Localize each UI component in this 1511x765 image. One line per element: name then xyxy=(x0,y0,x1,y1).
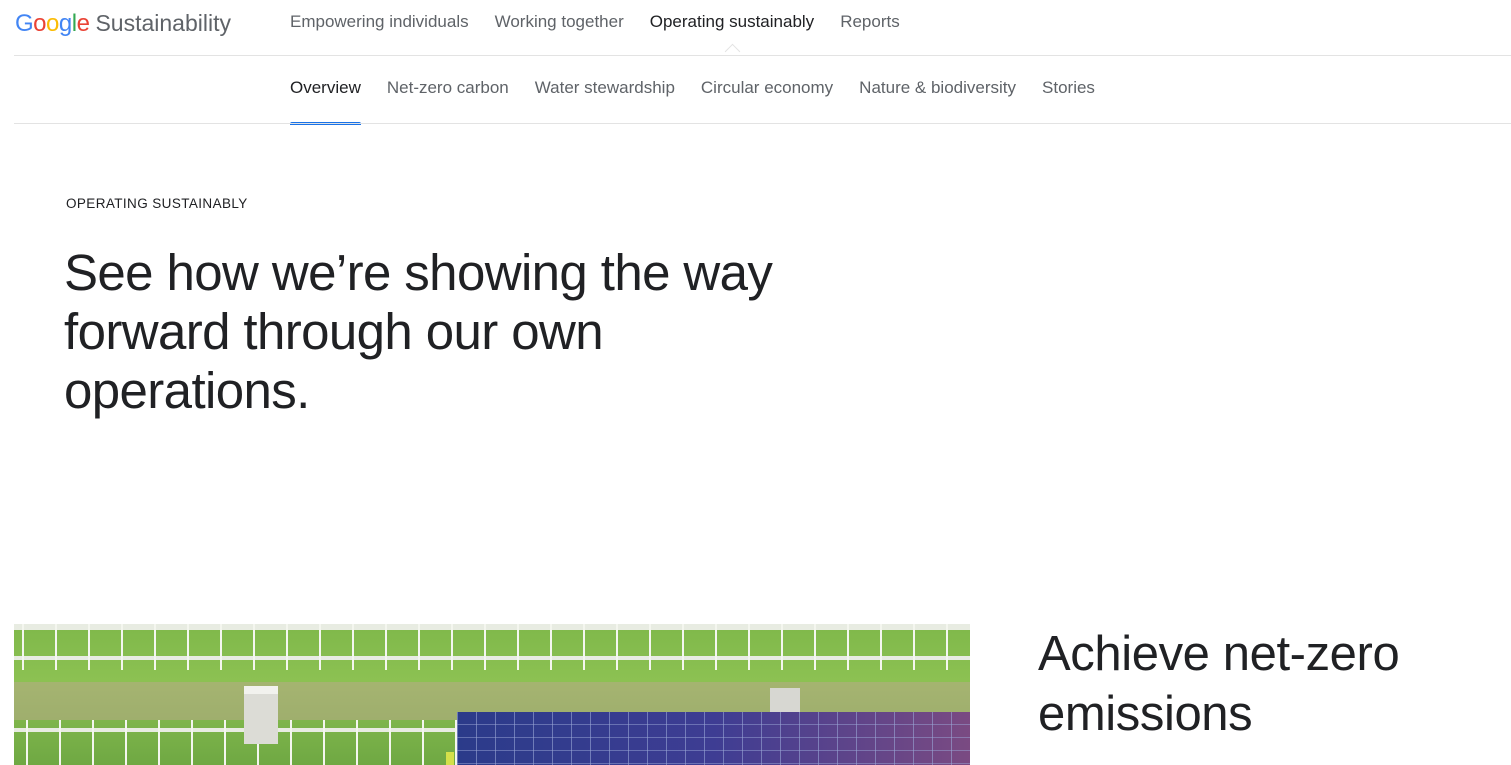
logo-letter: o xyxy=(33,10,47,37)
solar-panel-image-icon xyxy=(14,624,970,765)
subnav-tab-water-stewardship[interactable]: Water stewardship xyxy=(535,56,675,124)
google-logo-icon: Google xyxy=(15,9,90,39)
logo-letter: e xyxy=(76,10,90,37)
subnav-tab-stories[interactable]: Stories xyxy=(1042,56,1095,124)
section-eyebrow: OPERATING SUSTAINABLY xyxy=(66,196,248,211)
feature-title: Achieve net-zero emissions xyxy=(1038,627,1400,741)
solar-panel-field-photo xyxy=(14,624,970,765)
subnav-divider xyxy=(14,123,1511,124)
primary-nav: Empowering individuals Working together … xyxy=(290,0,926,60)
secondary-nav: Overview Net-zero carbon Water stewardsh… xyxy=(0,56,1511,125)
primary-nav-empowering-individuals[interactable]: Empowering individuals xyxy=(290,0,469,44)
logo-letter: g xyxy=(58,10,72,37)
primary-nav-operating-sustainably[interactable]: Operating sustainably xyxy=(650,0,814,60)
primary-nav-working-together[interactable]: Working together xyxy=(495,0,624,44)
primary-nav-reports[interactable]: Reports xyxy=(840,0,900,44)
logo-letter: o xyxy=(46,10,59,37)
subnav-tab-circular-economy[interactable]: Circular economy xyxy=(701,56,833,124)
google-sustainability-logo[interactable]: Google Sustainability xyxy=(15,8,231,38)
logo-product-name: Sustainability xyxy=(95,10,231,36)
logo-letter: G xyxy=(15,10,34,37)
subnav-tab-net-zero-carbon[interactable]: Net-zero carbon xyxy=(387,56,509,124)
hero-title: See how we’re showing the way forward th… xyxy=(64,244,773,419)
subnav-tab-overview[interactable]: Overview xyxy=(290,56,361,125)
top-header: Google Sustainability Empowering individ… xyxy=(0,0,1511,60)
subnav-tab-nature-biodiversity[interactable]: Nature & biodiversity xyxy=(859,56,1016,124)
